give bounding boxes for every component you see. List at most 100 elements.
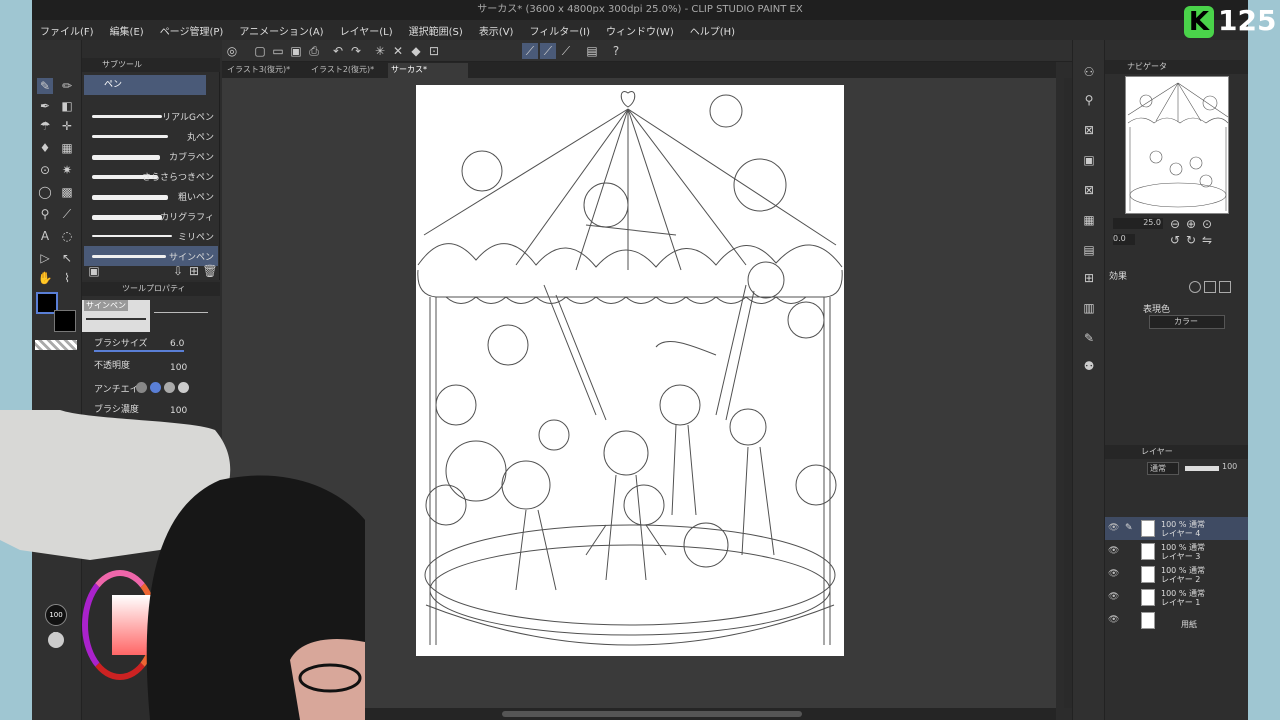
- help-icon[interactable]: ?: [608, 43, 624, 59]
- transparent-color-swatch[interactable]: [35, 340, 77, 350]
- brush-item[interactable]: 粗いペン: [84, 186, 218, 206]
- layer-row[interactable]: 👁 ✎ 100 % 通常 レイヤー 4: [1105, 517, 1248, 540]
- auto-select-icon[interactable]: ✷: [59, 162, 75, 178]
- search-icon[interactable]: ⚲: [1081, 92, 1097, 108]
- color-mode-select[interactable]: カラー: [1149, 315, 1225, 329]
- snap-ruler-icon[interactable]: ⟋: [522, 43, 538, 59]
- balloon-tool-icon[interactable]: ◌: [59, 228, 75, 244]
- brush-item[interactable]: カブラペン: [84, 146, 218, 166]
- flip-icon[interactable]: ⇋: [1199, 232, 1215, 248]
- subtool-add-icon[interactable]: ⊞: [186, 263, 202, 279]
- menu-edit[interactable]: 編集(E): [110, 23, 144, 38]
- menu-filter[interactable]: フィルター(I): [529, 23, 590, 38]
- open-folder-icon[interactable]: ▭: [270, 43, 286, 59]
- eyedropper-tool-icon[interactable]: ⌇: [59, 270, 75, 286]
- vertical-scrollbar[interactable]: [1064, 78, 1072, 708]
- app-icon[interactable]: ◎: [224, 43, 240, 59]
- blend-tool-icon[interactable]: ☂: [37, 118, 53, 134]
- effect-circle-icon[interactable]: [1189, 281, 1201, 293]
- antialias-weak-icon[interactable]: [150, 382, 161, 393]
- edit-icon[interactable]: ✎: [1081, 330, 1097, 346]
- layer-row-paper[interactable]: 👁 用紙: [1105, 609, 1248, 632]
- subtool-settings-icon[interactable]: ▣: [86, 263, 102, 279]
- brush-item[interactable]: 丸ペン: [84, 126, 218, 146]
- transform-icon[interactable]: ⊡: [426, 43, 442, 59]
- info-icon[interactable]: ▥: [1081, 300, 1097, 316]
- brush-size-slider[interactable]: [94, 350, 184, 352]
- rotate-right-icon[interactable]: ↻: [1183, 232, 1199, 248]
- brush-item[interactable]: さらさらつきペン: [84, 166, 218, 186]
- zoom-in-icon[interactable]: ⊕: [1183, 216, 1199, 232]
- move-tool-icon[interactable]: ✛: [59, 118, 75, 134]
- layer-row[interactable]: 👁 100 % 通常 レイヤー 1: [1105, 586, 1248, 609]
- pattern-icon[interactable]: ▦: [1081, 212, 1097, 228]
- layer-row[interactable]: 👁 100 % 通常 レイヤー 3: [1105, 540, 1248, 563]
- brush-size-value[interactable]: 6.0: [170, 339, 184, 349]
- camera-icon[interactable]: ▣: [1081, 152, 1097, 168]
- undo-icon[interactable]: ↶: [330, 43, 346, 59]
- fill-icon[interactable]: ◆: [408, 43, 424, 59]
- new-file-icon[interactable]: ▢: [252, 43, 268, 59]
- visibility-eye-icon[interactable]: 👁: [1108, 615, 1119, 625]
- snap-grid-icon[interactable]: ⟋: [558, 43, 574, 59]
- layer-row[interactable]: 👁 100 % 通常 レイヤー 2: [1105, 563, 1248, 586]
- figure-icon[interactable]: ⚉: [1081, 358, 1097, 374]
- gradient-tool-icon[interactable]: ▩: [59, 184, 75, 200]
- navigator-preview[interactable]: [1125, 76, 1229, 214]
- line-tool-icon[interactable]: ⟋: [59, 206, 75, 222]
- grid-tool-icon[interactable]: ▦: [59, 140, 75, 156]
- person-icon[interactable]: ⚇: [1081, 64, 1097, 80]
- tab-illust3[interactable]: イラスト3(復元)*: [224, 63, 304, 78]
- menu-selection[interactable]: 選択範囲(S): [409, 23, 463, 38]
- drawing-paper[interactable]: [416, 85, 844, 656]
- subtool-group-pen[interactable]: ペン: [84, 75, 206, 95]
- pencil-tool-icon[interactable]: ✏: [59, 78, 75, 94]
- visibility-eye-icon[interactable]: 👁: [1108, 592, 1119, 602]
- menu-animation[interactable]: アニメーション(A): [239, 23, 323, 38]
- tab-circus[interactable]: サーカス*: [388, 63, 468, 78]
- magnify-tool-icon[interactable]: ⚲: [37, 206, 53, 222]
- lasso-tool-icon[interactable]: ◯: [37, 184, 53, 200]
- rotate-left-icon[interactable]: ↺: [1167, 232, 1183, 248]
- effect-buttons[interactable]: [1189, 281, 1245, 295]
- menu-layer[interactable]: レイヤー(L): [340, 23, 393, 38]
- layer-prop-icon[interactable]: ⊞: [1081, 270, 1097, 286]
- effect-tone-icon[interactable]: [1204, 281, 1216, 293]
- antialias-strong-icon[interactable]: [178, 382, 189, 393]
- layer-opacity-slider[interactable]: [1185, 466, 1219, 471]
- horizontal-scrollbar[interactable]: [502, 711, 802, 717]
- eraser-tool-icon[interactable]: ◧: [59, 98, 75, 114]
- memo-icon[interactable]: ▤: [584, 43, 600, 59]
- history-icon[interactable]: ▤: [1081, 242, 1097, 258]
- loading-icon[interactable]: ✳: [372, 43, 388, 59]
- effect-mosaic-icon[interactable]: [1219, 281, 1231, 293]
- menu-page[interactable]: ページ管理(P): [160, 23, 224, 38]
- sub-color-swatch[interactable]: [54, 310, 76, 332]
- tab-illust2[interactable]: イラスト2(復元)*: [308, 63, 388, 78]
- zoom-value[interactable]: 25.0: [1113, 218, 1163, 229]
- menu-view[interactable]: 表示(V): [479, 23, 514, 38]
- material-icon[interactable]: ⊠: [1081, 122, 1097, 138]
- brush-tool-icon[interactable]: ✒: [37, 98, 53, 114]
- menu-help[interactable]: ヘルプ(H): [690, 23, 735, 38]
- menu-file[interactable]: ファイル(F): [40, 23, 94, 38]
- visibility-eye-icon[interactable]: 👁: [1108, 546, 1119, 556]
- antialias-none-icon[interactable]: [136, 382, 147, 393]
- antialias-medium-icon[interactable]: [164, 382, 175, 393]
- brush-item[interactable]: リアルGペン: [84, 106, 218, 126]
- visibility-eye-icon[interactable]: 👁: [1108, 569, 1119, 579]
- redo-icon[interactable]: ↷: [348, 43, 364, 59]
- save-icon[interactable]: ▣: [288, 43, 304, 59]
- hand-tool-icon[interactable]: ✋: [37, 270, 53, 286]
- fit-icon[interactable]: ⊙: [1199, 216, 1215, 232]
- brush-item[interactable]: カリグラフィ: [84, 206, 218, 226]
- menu-window[interactable]: ウィンドウ(W): [606, 23, 674, 38]
- zoom-out-icon[interactable]: ⊖: [1167, 216, 1183, 232]
- visibility-eye-icon[interactable]: 👁: [1108, 523, 1119, 533]
- snap-special-icon[interactable]: ⟋: [540, 43, 556, 59]
- clear-icon[interactable]: ✕: [390, 43, 406, 59]
- pen-tool-icon[interactable]: ✎: [37, 78, 53, 94]
- airbrush-tool-icon[interactable]: ⊙: [37, 162, 53, 178]
- antialias-options[interactable]: [136, 382, 196, 394]
- blend-mode-select[interactable]: 通常: [1147, 462, 1179, 475]
